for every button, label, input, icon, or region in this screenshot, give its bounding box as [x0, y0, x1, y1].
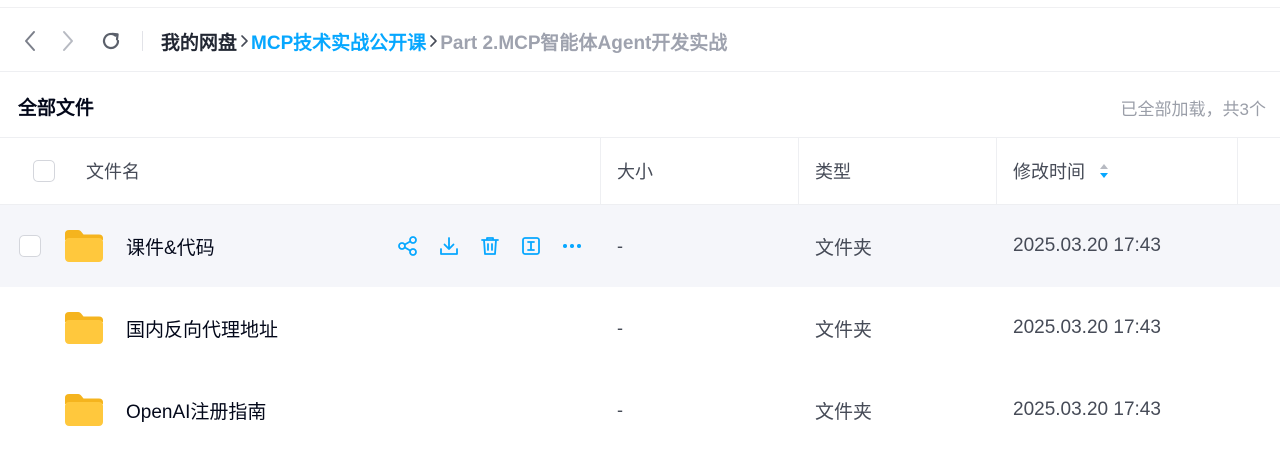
file-modified: 2025.03.20 17:43 — [1013, 317, 1161, 338]
table-row[interactable]: OpenAI注册指南 - 文件夹 2025.03.20 17:43 — [0, 369, 1280, 451]
share-icon[interactable] — [396, 234, 420, 258]
row-checkbox[interactable] — [19, 235, 41, 257]
chevron-left-icon — [25, 31, 35, 51]
refresh-button[interactable] — [98, 28, 124, 54]
breadcrumb-folder[interactable]: MCP技术实战公开课 — [251, 28, 426, 55]
file-list-header: 全部文件 已全部加载，共3个 — [0, 72, 1280, 138]
chevron-right-icon — [63, 31, 73, 51]
file-name[interactable]: 课件&代码 — [126, 205, 215, 287]
file-name[interactable]: OpenAI注册指南 — [126, 369, 266, 451]
file-size: - — [617, 235, 623, 256]
more-icon[interactable] — [560, 234, 584, 258]
breadcrumb-current: Part 2.MCP智能体Agent开发实战 — [440, 32, 728, 54]
table-row[interactable]: 课件&代码 - 文件夹 2025.03.20 17:43 — [0, 205, 1280, 287]
column-divider — [1237, 138, 1238, 204]
navigation-bar: 我的网盘 MCP技术实战公开课 Part 2.MCP智能体Agent开发实战 — [0, 8, 1280, 72]
file-type: 文件夹 — [815, 319, 873, 341]
select-all-checkbox[interactable] — [33, 160, 55, 182]
column-header-modified-label: 修改时间 — [1013, 162, 1085, 182]
column-divider — [996, 138, 997, 204]
breadcrumb-separator-icon — [426, 29, 440, 53]
nav-divider — [142, 31, 143, 51]
load-status: 已全部加载，共3个 — [1120, 100, 1266, 119]
file-type: 文件夹 — [815, 401, 873, 423]
table-header: 文件名 大小 类型 修改时间 — [0, 138, 1280, 205]
file-modified: 2025.03.20 17:43 — [1013, 235, 1161, 256]
file-type: 文件夹 — [815, 237, 873, 259]
delete-icon[interactable] — [478, 234, 502, 258]
column-header-size[interactable]: 大小 — [617, 138, 653, 204]
back-button[interactable] — [17, 28, 43, 54]
table-row[interactable]: 国内反向代理地址 - 文件夹 2025.03.20 17:43 — [0, 287, 1280, 369]
forward-button[interactable] — [55, 28, 81, 54]
rename-icon[interactable] — [519, 234, 543, 258]
breadcrumb: 我的网盘 MCP技术实战公开课 Part 2.MCP智能体Agent开发实战 — [161, 28, 728, 55]
sort-icon[interactable] — [1099, 162, 1109, 180]
file-name[interactable]: 国内反向代理地址 — [126, 287, 278, 369]
page-title: 全部文件 — [18, 98, 95, 119]
breadcrumb-separator-icon — [237, 29, 251, 53]
file-size: - — [617, 399, 623, 420]
folder-icon — [65, 312, 103, 344]
column-header-name[interactable]: 文件名 — [86, 138, 140, 204]
column-divider — [798, 138, 799, 204]
top-border — [0, 0, 1280, 8]
refresh-icon — [102, 32, 120, 50]
column-header-type[interactable]: 类型 — [815, 138, 851, 204]
file-modified: 2025.03.20 17:43 — [1013, 399, 1161, 420]
folder-icon — [65, 230, 103, 262]
download-icon[interactable] — [437, 234, 461, 258]
folder-icon — [65, 394, 103, 426]
breadcrumb-root[interactable]: 我的网盘 — [161, 28, 237, 55]
file-size: - — [617, 317, 623, 338]
column-divider — [600, 138, 601, 204]
column-header-modified[interactable]: 修改时间 — [1013, 138, 1109, 204]
row-actions — [396, 234, 601, 258]
